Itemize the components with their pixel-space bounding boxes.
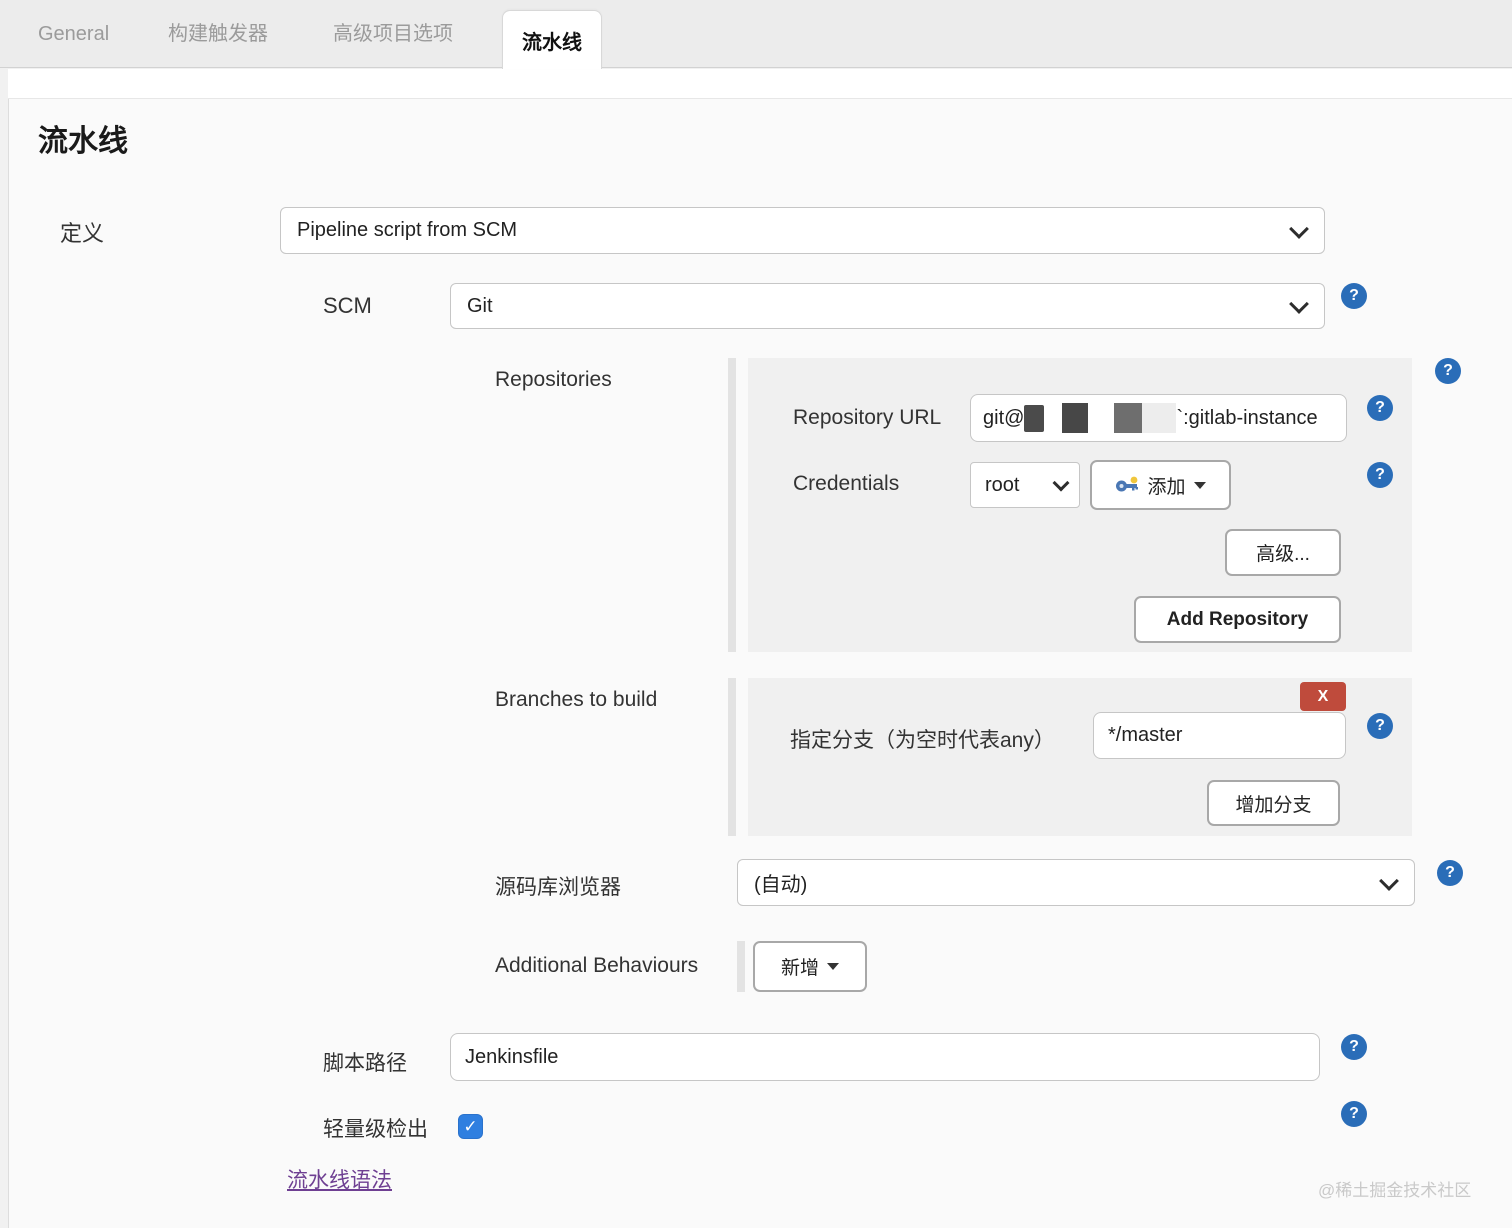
redaction-block — [1024, 404, 1045, 432]
add-repository-button[interactable]: Add Repository — [1134, 596, 1341, 643]
branches-drag-handle — [728, 678, 736, 836]
script-path-label: 脚本路径 — [323, 1052, 407, 1075]
tab-advanced-project-options[interactable]: 高级项目选项 — [333, 0, 453, 68]
chevron-down-icon — [1289, 218, 1309, 239]
watermark: @稀土掘金技术社区 — [1318, 1181, 1472, 1200]
scm-label: SCM — [323, 293, 372, 318]
repository-url-suffix: `:gitlab-instance — [1176, 406, 1318, 429]
redaction-block — [1142, 403, 1177, 433]
definition-select-value: Pipeline script from SCM — [297, 219, 518, 241]
chevron-down-icon — [1052, 474, 1070, 492]
credentials-label: Credentials — [793, 472, 900, 495]
add-behaviour-button[interactable]: 新增 — [753, 941, 867, 992]
repository-url-help-icon[interactable]: ? — [1367, 395, 1393, 421]
repo-browser-label: 源码库浏览器 — [495, 876, 621, 899]
redaction-block — [1114, 403, 1143, 433]
repository-url-label: Repository URL — [793, 406, 942, 429]
scm-select-value: Git — [467, 294, 493, 317]
additional-behaviours-label: Additional Behaviours — [495, 954, 699, 977]
add-credentials-label: 添加 — [1147, 476, 1186, 498]
advanced-button[interactable]: 高级... — [1225, 529, 1341, 576]
scm-help-icon[interactable]: ? — [1341, 283, 1367, 309]
repository-url-prefix: git@ — [983, 406, 1025, 429]
credentials-select[interactable]: root — [970, 462, 1080, 508]
add-branch-button[interactable]: 增加分支 — [1207, 780, 1340, 826]
repo-browser-select-value: (自动) — [754, 874, 808, 896]
pipeline-syntax-link[interactable]: 流水线语法 — [287, 1164, 392, 1194]
repository-url-input[interactable]: git@ `:gitlab-instance — [970, 394, 1347, 442]
lightweight-checkbox[interactable]: ✓ — [458, 1114, 483, 1139]
caret-down-icon — [827, 963, 839, 970]
content-top-strip — [8, 69, 1512, 99]
repo-browser-help-icon[interactable]: ? — [1437, 860, 1463, 886]
chevron-down-icon — [1379, 870, 1399, 891]
repositories-help-icon[interactable]: ? — [1435, 358, 1461, 384]
tab-general[interactable]: General — [38, 0, 109, 68]
definition-label: 定义 — [60, 221, 105, 246]
repo-browser-select[interactable]: (自动) — [737, 859, 1415, 906]
script-path-help-icon[interactable]: ? — [1341, 1034, 1367, 1060]
credentials-select-value: root — [985, 473, 1020, 496]
lightweight-checkout-label: 轻量级检出 — [323, 1118, 428, 1141]
checkmark-icon: ✓ — [463, 1116, 478, 1136]
key-icon — [1115, 476, 1139, 494]
add-credentials-button[interactable]: 添加 — [1090, 460, 1231, 510]
page-title: 流水线 — [38, 125, 128, 158]
delete-branch-button[interactable]: X — [1300, 682, 1346, 711]
tab-pipeline[interactable]: 流水线 — [502, 10, 602, 69]
add-behaviour-label: 新增 — [780, 958, 819, 979]
repositories-drag-handle — [728, 358, 736, 652]
lightweight-checkout-help-icon[interactable]: ? — [1341, 1101, 1367, 1127]
branch-spec-label: 指定分支（为空时代表any） — [790, 729, 1055, 752]
branches-to-build-label: Branches to build — [495, 688, 658, 711]
branch-spec-help-icon[interactable]: ? — [1367, 713, 1393, 739]
redaction-block — [1062, 403, 1089, 433]
credentials-help-icon[interactable]: ? — [1367, 462, 1393, 488]
definition-select[interactable]: Pipeline script from SCM — [280, 207, 1325, 254]
additional-behaviours-drag-handle — [737, 941, 745, 992]
script-path-input[interactable] — [450, 1033, 1320, 1081]
repositories-label: Repositories — [495, 368, 612, 391]
tab-build-triggers[interactable]: 构建触发器 — [168, 0, 268, 68]
caret-down-icon — [1193, 481, 1206, 489]
branch-spec-input[interactable] — [1093, 712, 1346, 759]
chevron-down-icon — [1289, 294, 1309, 314]
scm-select[interactable]: Git — [450, 283, 1325, 329]
